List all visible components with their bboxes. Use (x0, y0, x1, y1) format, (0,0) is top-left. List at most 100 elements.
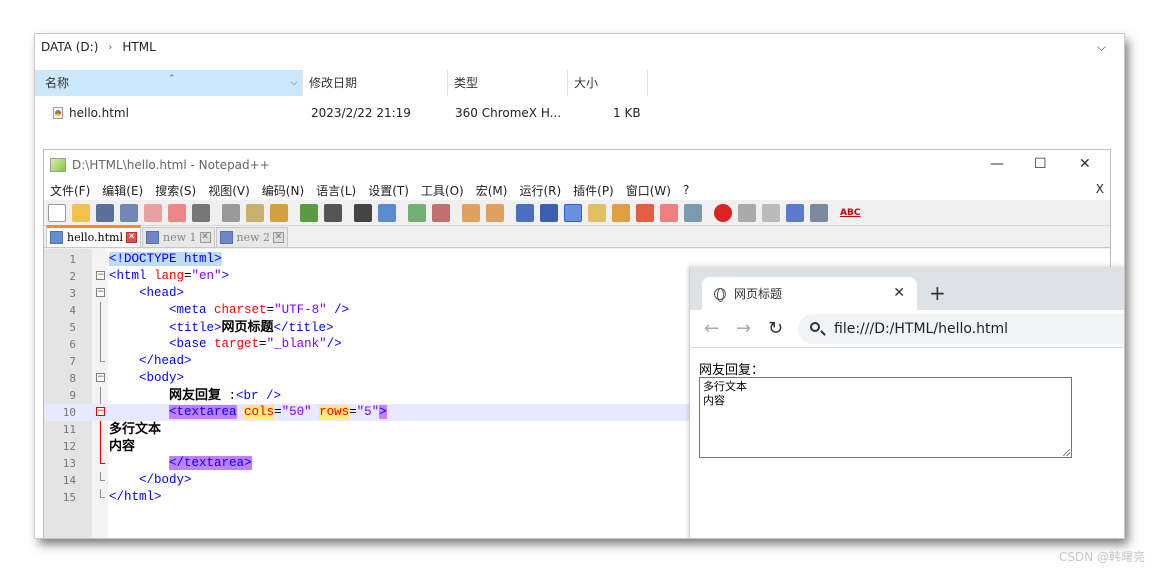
close-tab-icon[interactable]: ✕ (273, 232, 285, 243)
function-list-icon[interactable] (636, 203, 654, 222)
column-type[interactable]: 类型 (448, 70, 568, 96)
sync-vertical-icon[interactable] (462, 203, 480, 222)
close-file-icon[interactable] (144, 203, 162, 222)
minimize-icon[interactable]: — (990, 156, 1004, 172)
save-macro-icon[interactable] (810, 203, 828, 222)
line-number: 10 (62, 406, 76, 419)
breadcrumb-drive[interactable]: DATA (D:) (41, 40, 98, 54)
undo-icon[interactable] (300, 203, 318, 222)
menu-view[interactable]: 视图(V) (208, 182, 250, 199)
column-name[interactable]: 名称 ⌃ (35, 70, 303, 96)
fold-minus-icon[interactable]: − (96, 373, 105, 382)
show-all-chars-icon[interactable] (540, 203, 558, 222)
code-text: charset (214, 303, 267, 317)
back-icon[interactable]: ← (704, 318, 719, 339)
menu-macro[interactable]: 宏(M) (476, 182, 508, 199)
close-tab-icon[interactable]: ✕ (199, 232, 211, 243)
menu-window[interactable]: 窗口(W) (626, 182, 671, 199)
zoom-in-icon[interactable] (408, 203, 426, 222)
sync-horizontal-icon[interactable] (486, 203, 504, 222)
code-text: = (184, 269, 192, 283)
menu-search[interactable]: 搜索(S) (155, 182, 196, 199)
word-wrap-icon[interactable] (516, 203, 534, 222)
menu-language[interactable]: 语言(L) (316, 182, 356, 199)
breadcrumb-folder[interactable]: HTML (122, 40, 155, 54)
close-tab-icon[interactable]: ✕ (893, 285, 905, 301)
tab-new-2[interactable]: new 2 ✕ (215, 227, 289, 247)
code-text: 网页标题 (221, 320, 274, 335)
menu-edit[interactable]: 编辑(E) (102, 182, 143, 199)
tab-new-1[interactable]: new 1 ✕ (142, 227, 215, 247)
menu-tools[interactable]: 工具(O) (421, 182, 464, 199)
column-size[interactable]: 大小 (568, 70, 648, 96)
code-text: <base (169, 337, 215, 351)
fold-minus-icon[interactable]: − (96, 271, 105, 280)
redo-icon[interactable] (324, 203, 342, 222)
replace-icon[interactable] (378, 203, 396, 222)
code-text: cols (244, 405, 275, 419)
column-headers: 名称 ⌃ ⌵ 修改日期 类型 大小 (35, 70, 1124, 96)
line-number: 7 (69, 355, 76, 368)
open-folder-icon[interactable] (72, 203, 90, 222)
spellcheck-icon[interactable]: ABC (840, 204, 860, 222)
menu-file[interactable]: 文件(F) (50, 182, 90, 199)
play-macro-icon[interactable] (762, 203, 780, 222)
menu-settings[interactable]: 设置(T) (368, 182, 409, 199)
screenshot-frame: DATA (D:) › HTML ⌵ 名称 ⌃ ⌵ 修改日期 类型 大小 hell… (35, 34, 1124, 538)
sort-up-icon: ⌃ (168, 74, 176, 84)
user-language-icon[interactable] (588, 203, 606, 222)
browser-tab[interactable]: 网页标题 ✕ (702, 277, 917, 310)
forward-icon[interactable]: → (736, 318, 751, 339)
reload-icon[interactable]: ↻ (768, 318, 783, 339)
file-row[interactable]: hello.html 2023/2/22 21:19 360 ChromeX H… (35, 102, 1124, 124)
browser-tab-title: 网页标题 (734, 287, 783, 301)
cut-icon[interactable] (222, 203, 240, 222)
tab-label: new 2 (236, 231, 271, 244)
indent-guide-icon[interactable] (564, 203, 582, 222)
find-icon[interactable] (354, 203, 372, 222)
save-all-icon[interactable] (120, 203, 138, 222)
file-type: 360 ChromeX H... (455, 106, 562, 120)
copy-icon[interactable] (246, 203, 264, 222)
paste-icon[interactable] (270, 203, 288, 222)
new-tab-icon[interactable]: + (929, 281, 946, 305)
menu-encoding[interactable]: 编码(N) (262, 182, 304, 199)
address-bar[interactable]: file:///D:/HTML/hello.html (798, 314, 1124, 344)
tab-hello-html[interactable]: hello.html ✕ (46, 225, 142, 247)
menu-plugins[interactable]: 插件(P) (573, 182, 614, 199)
textarea-field[interactable]: 多行文本 内容 (699, 377, 1072, 458)
code-text: /> (326, 337, 342, 351)
fold-minus-icon[interactable]: − (96, 288, 105, 297)
file-date: 2023/2/22 21:19 (311, 106, 411, 120)
stop-macro-icon[interactable] (738, 203, 756, 222)
file-tabs: hello.html ✕ new 1 ✕ new 2 ✕ (44, 225, 1110, 248)
save-icon[interactable] (96, 203, 114, 222)
zoom-out-icon[interactable] (432, 203, 450, 222)
column-date[interactable]: 修改日期 (303, 70, 448, 96)
chevron-down-icon[interactable]: ⌵ (1097, 40, 1106, 55)
new-file-icon[interactable] (48, 203, 66, 222)
breadcrumb[interactable]: DATA (D:) › HTML ⌵ (35, 34, 1124, 60)
folder-workspace-icon[interactable] (660, 203, 678, 222)
fold-minus-icon[interactable]: − (96, 407, 105, 416)
run-macro-multiple-icon[interactable] (786, 203, 804, 222)
close-document-icon[interactable]: X (1096, 182, 1104, 196)
doc-map-icon[interactable] (612, 203, 630, 222)
browser-window: 网页标题 ✕ + ← → ↻ file:///D:/HTML/hello.htm… (690, 267, 1124, 538)
code-text: <br /> (236, 389, 282, 403)
close-tab-icon[interactable]: ✕ (126, 232, 138, 243)
line-number: 2 (69, 270, 76, 283)
monitoring-icon[interactable] (684, 203, 702, 222)
menu-run[interactable]: 运行(R) (519, 182, 561, 199)
print-icon[interactable] (192, 203, 210, 222)
column-dropdown-icon[interactable]: ⌵ (285, 70, 303, 96)
fold-end-icon (100, 353, 105, 362)
record-macro-icon[interactable] (714, 203, 732, 222)
maximize-icon[interactable]: ☐ (1034, 156, 1047, 172)
menu-help[interactable]: ? (683, 183, 689, 197)
line-number: 8 (69, 372, 76, 385)
close-all-icon[interactable] (168, 203, 186, 222)
line-number: 12 (62, 440, 76, 453)
close-icon[interactable]: ✕ (1079, 156, 1091, 172)
code-text: </textarea> (169, 456, 252, 470)
